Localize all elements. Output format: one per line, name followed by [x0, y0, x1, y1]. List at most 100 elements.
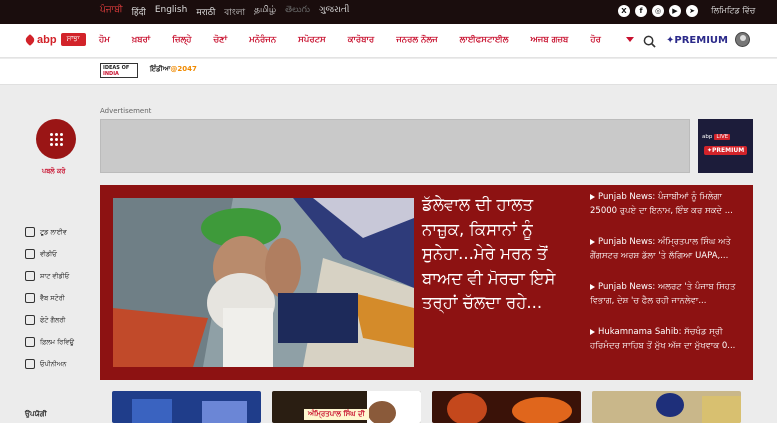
- ad-banner[interactable]: [100, 119, 690, 173]
- live-premium-label: ✦PREMIUM: [704, 146, 748, 155]
- login-link[interactable]: ਲਿਮਿਟਿਡ ਵਿੱਚ: [711, 6, 755, 16]
- side-news-text: Hukamnama Sahib: ਸੱਚਖੰਡ ਸ੍ਰੀ ਹਰਿਮੰਦਰ ਸਾਹ…: [590, 327, 736, 351]
- side-news-text: Punjab News: ਅੰਮ੍ਰਿਤਪਾਲ ਸਿੰਘ ਅਤੇ ਗੈਂਗਸਟਰ…: [590, 237, 731, 261]
- film-icon: [25, 337, 35, 347]
- nav-item-elections[interactable]: ਚੋਣਾਂ: [213, 35, 227, 45]
- sidebar-item-label: ਫੋਟੋ ਗੈਲਰੀ: [40, 315, 66, 324]
- nav-item-business[interactable]: ਕਾਰੋਬਾਰ: [348, 35, 375, 45]
- india-2047-logo[interactable]: ਇੰਡੀਆ@2047: [150, 65, 197, 74]
- grid-dots-icon: [49, 132, 63, 146]
- sidebar-item-photo-gallery[interactable]: ਫੋਟੋ ਗੈਲਰੀ: [25, 309, 74, 331]
- ideas-of-india-logo[interactable]: IDEAS OF INDIA: [100, 63, 138, 78]
- x-icon[interactable]: X: [618, 5, 630, 17]
- news-card[interactable]: [112, 391, 261, 423]
- arrow-right-icon: [590, 283, 595, 290]
- india2047-suffix: @2047: [170, 65, 197, 73]
- sidebar-item-label: ਓਪੀਨੀਅਨ: [40, 359, 67, 368]
- nav-item-sports[interactable]: ਸਪੋਰਟਸ: [298, 35, 326, 45]
- card-thumbnail: [112, 391, 261, 423]
- avatar[interactable]: [735, 32, 750, 47]
- youtube-icon[interactable]: ▶: [669, 5, 681, 17]
- lang-bangla[interactable]: বাংলা: [224, 5, 245, 20]
- sidebar-item-web-story[interactable]: ਵੈੱਬ ਸਟੋਰੀ: [25, 287, 74, 309]
- sidebar-item-film-review[interactable]: ਫ਼ਿਲਮ ਰਿਵਿਊ: [25, 331, 74, 353]
- sidebar-item-short-video[interactable]: ਸ਼ਾਟ ਵੀਡੀਓ: [25, 265, 74, 287]
- lang-gujarati[interactable]: ગુજરાતી: [319, 5, 349, 20]
- lang-punjabi[interactable]: ਪੰਜਾਬੀ: [100, 5, 123, 20]
- language-switcher: ਪੰਜਾਬੀ हिंदी English मराठी বাংলা தமிழ் త…: [100, 5, 358, 20]
- site-logo[interactable]: abp ਸਾਂਝਾ: [24, 33, 86, 46]
- sidebar-item-label: ਟੂਡ ਲਾਈਵ: [40, 227, 67, 236]
- telegram-icon[interactable]: ➤: [686, 5, 698, 17]
- ad-label: Advertisement: [100, 107, 152, 115]
- nav-item-more-label: ਹੋਰ: [590, 35, 601, 45]
- apps-button[interactable]: [36, 119, 76, 159]
- hero-photo: [113, 198, 414, 367]
- apps-label: ਪਬਲੋ ਕਰੋ: [42, 167, 66, 175]
- hero-section: ਡੱਲੇਵਾਲ ਦੀ ਹਾਲਤ ਨਾਜ਼ੁਕ, ਕਿਸਾਨਾਂ ਨੂੰ ਸੁਨੇ…: [100, 185, 753, 380]
- news-card[interactable]: [432, 391, 581, 423]
- search-icon[interactable]: [643, 35, 656, 48]
- sidebar-section-useful: ਉਪਯੋਗੀ: [25, 410, 47, 418]
- side-news-text: Punjab News: ਅਲਰਟ 'ਤੇ ਪੰਜਾਬ ਸਿਹਤ ਵਿਭਾਗ, …: [590, 282, 736, 306]
- sidebar: ਟੂਡ ਲਾਈਵ ਵੀਡੀਓ ਸ਼ਾਟ ਵੀਡੀਓ ਵੈੱਬ ਸਟੋਰੀ ਫੋਟ…: [25, 221, 74, 375]
- main-nav: abp ਸਾਂਝਾ ਹੋਮ ਖ਼ਬਰਾਂ ਜ਼ਿਲ੍ਹੇ ਚੋਣਾਂ ਮਨੋਰੰ…: [0, 24, 777, 58]
- opinion-icon: [25, 359, 35, 369]
- photo-icon: [25, 315, 35, 325]
- side-news-item[interactable]: Hukamnama Sahib: ਸੱਚਖੰਡ ਸ੍ਰੀ ਹਰਿਮੰਦਰ ਸਾਹ…: [590, 326, 745, 371]
- facebook-icon[interactable]: f: [635, 5, 647, 17]
- nav-item-news[interactable]: ਖ਼ਬਰਾਂ: [132, 35, 150, 45]
- lang-hindi[interactable]: हिंदी: [132, 5, 146, 20]
- sidebar-item-live-tv[interactable]: ਟੂਡ ਲਾਈਵ: [25, 221, 74, 243]
- web-story-icon: [25, 293, 35, 303]
- lang-marathi[interactable]: मराठी: [196, 5, 215, 20]
- sidebar-item-label: ਸ਼ਾਟ ਵੀਡੀਓ: [40, 271, 70, 280]
- instagram-icon[interactable]: ◎: [652, 5, 664, 17]
- sidebar-item-label: ਫ਼ਿਲਮ ਰਿਵਿਊ: [40, 337, 75, 346]
- sidebar-item-video[interactable]: ਵੀਡੀਓ: [25, 243, 74, 265]
- sidebar-item-label: ਵੈੱਬ ਸਟੋਰੀ: [40, 293, 65, 302]
- nav-item-more[interactable]: ਹੋਰ: [590, 35, 634, 45]
- ideas-line2: INDIA: [103, 71, 119, 77]
- side-news-item[interactable]: Punjab News: ਅਲਰਟ 'ਤੇ ਪੰਜਾਬ ਸਿਹਤ ਵਿਭਾਗ, …: [590, 281, 745, 326]
- news-card[interactable]: ਅੰਮ੍ਰਿਤਪਾਲ ਸਿੰਘ ਦੀ: [272, 391, 421, 423]
- side-news-item[interactable]: Punjab News: ਅੰਮ੍ਰਿਤਪਾਲ ਸਿੰਘ ਅਤੇ ਗੈਂਗਸਟਰ…: [590, 236, 745, 281]
- live-premium-card[interactable]: abp LIVE ✦PREMIUM: [698, 119, 753, 173]
- nav-item-entertainment[interactable]: ਮਨੋਰੰਜਨ: [249, 35, 276, 45]
- side-news-list: Punjab News: ਪੰਜਾਬੀਆਂ ਨੂੰ ਮਿਲੇਗਾ 25000 ਰ…: [590, 191, 745, 371]
- lang-telugu[interactable]: తెలుగు: [285, 5, 310, 20]
- nav-item-ajab-gazab[interactable]: ਅਜਬ ਗਜ਼ਬ: [530, 35, 568, 45]
- top-bar: ਪੰਜਾਬੀ हिंदी English मराठी বাংলা தமிழ் త…: [0, 0, 777, 24]
- nav-item-home[interactable]: ਹੋਮ: [99, 35, 110, 45]
- arrow-right-icon: [590, 193, 595, 200]
- live-badge: LIVE: [714, 134, 731, 140]
- arrow-right-icon: [590, 328, 595, 335]
- card-thumbnail: [592, 391, 741, 423]
- live-brand-text: abp: [702, 134, 713, 140]
- lang-tamil[interactable]: தமிழ்: [254, 5, 276, 20]
- tv-icon: [25, 227, 35, 237]
- india2047-prefix: ਇੰਡੀਆ: [150, 65, 171, 73]
- lang-english[interactable]: English: [155, 5, 188, 20]
- side-news-item[interactable]: Punjab News: ਪੰਜਾਬੀਆਂ ਨੂੰ ਮਿਲੇਗਾ 25000 ਰ…: [590, 191, 745, 236]
- arrow-right-icon: [590, 238, 595, 245]
- logo-brand: abp: [37, 33, 57, 46]
- short-video-icon: [25, 271, 35, 281]
- play-icon: [25, 249, 35, 259]
- news-card[interactable]: [592, 391, 741, 423]
- nav-menu: ਹੋਮ ਖ਼ਬਰਾਂ ਜ਼ਿਲ੍ਹੇ ਚੋਣਾਂ ਮਨੋਰੰਜਨ ਸਪੋਰਟਸ …: [99, 35, 656, 45]
- live-brand: abp LIVE: [702, 134, 731, 140]
- card-thumbnail: [432, 391, 581, 423]
- hero-image[interactable]: [113, 198, 414, 367]
- sidebar-item-label: ਵੀਡੀਓ: [40, 249, 57, 258]
- side-news-text: Punjab News: ਪੰਜਾਬੀਆਂ ਨੂੰ ਮਿਲੇਗਾ 25000 ਰ…: [590, 192, 733, 216]
- hero-headline[interactable]: ਡੱਲੇਵਾਲ ਦੀ ਹਾਲਤ ਨਾਜ਼ੁਕ, ਕਿਸਾਨਾਂ ਨੂੰ ਸੁਨੇ…: [422, 193, 572, 316]
- nav-item-districts[interactable]: ਜ਼ਿਲ੍ਹੇ: [172, 35, 191, 45]
- premium-button[interactable]: ✦PREMIUM: [666, 35, 728, 46]
- logo-sub: ਸਾਂਝਾ: [60, 33, 86, 46]
- logo-mark-icon: [24, 33, 36, 46]
- sub-strip: IDEAS OF INDIA ਇੰਡੀਆ@2047: [0, 59, 777, 85]
- nav-item-lifestyle[interactable]: ਲਾਈਫਸਟਾਈਲ: [460, 35, 509, 45]
- nav-item-general-knowledge[interactable]: ਜਨਰਲ ਨੌਲਜ: [396, 35, 437, 45]
- sidebar-item-opinion[interactable]: ਓਪੀਨੀਅਨ: [25, 353, 74, 375]
